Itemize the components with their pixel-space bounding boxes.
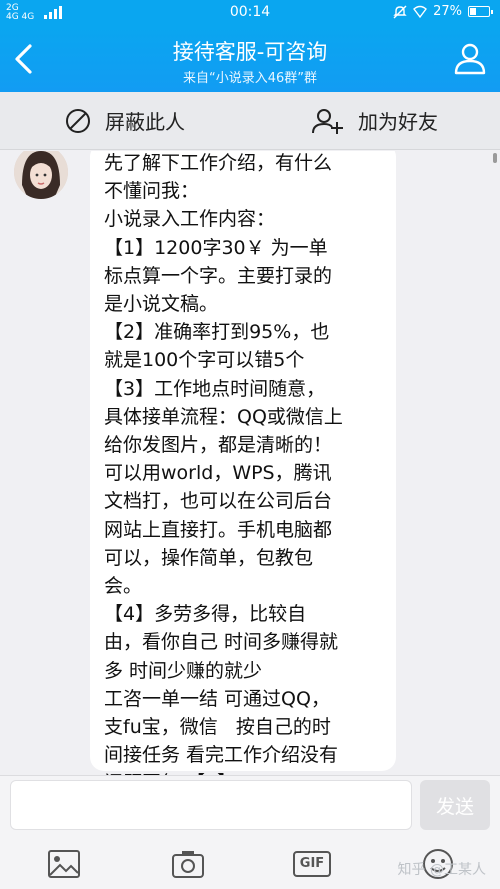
gif-label: GIF: [299, 856, 325, 871]
chat-title: 接待客服-可咨询: [172, 40, 328, 64]
add-friend-label: 加为好友: [358, 110, 438, 134]
chat-subtitle: 来自“小说录入46群”群: [182, 71, 317, 86]
message-list[interactable]: 先了解下工作介绍，有什么 不懂问我： 小说录入工作内容： 【1】1200字30￥ 为一…: [0, 151, 500, 775]
battery-icon: [468, 6, 493, 17]
message-line: 文档打，也可以在公司后台: [104, 490, 333, 513]
message-line: 工咨一单一结 可通过QQ，: [104, 687, 330, 710]
mute-icon: [393, 5, 407, 18]
add-friend-icon: [312, 108, 343, 134]
camera-icon[interactable]: [170, 847, 206, 881]
message-line: 会。: [104, 575, 143, 598]
image-icon[interactable]: [46, 847, 82, 881]
message-line: 由，看你自己 时间多赚得就: [104, 631, 339, 654]
status-bar: 2G 4G 4G 00:14 27%: [0, 0, 500, 26]
battery-percent: 27%: [433, 4, 462, 19]
message-line: 就是100个字可以错5个: [104, 349, 305, 372]
message-line: 【3】工作地点时间随意，: [104, 377, 326, 400]
message-bubble[interactable]: 先了解下工作介绍，有什么 不懂问我： 小说录入工作内容： 【1】1200字30￥ 为一…: [90, 151, 396, 775]
scrollbar[interactable]: [493, 153, 497, 163]
message-line: 多 时间少赚的就少: [104, 659, 263, 682]
action-bar: 屏蔽此人 加为好友: [0, 92, 500, 150]
message-line: 【2】准确率打到95%，也: [104, 321, 330, 344]
message-line: 支fu宝，微信 按自己的时: [104, 716, 331, 739]
avatar[interactable]: [14, 151, 68, 199]
chat-header: 接待客服-可咨询 来自“小说录入46群”群: [0, 26, 500, 92]
attachment-toolbar: GIF 知乎 @工某人: [0, 841, 500, 889]
message-text: 先了解下工作介绍，有什么 不懂问我： 小说录入工作内容： 【1】1200字30￥ 为一…: [104, 151, 386, 775]
send-button[interactable]: 发送: [420, 780, 490, 830]
message-line: 间接任务 看完工作介绍没有: [104, 744, 339, 767]
wifi-icon: [413, 5, 428, 18]
message-line: 【4】多劳多得，比较自: [104, 603, 307, 626]
message-line: 可以，操作简单，包教包: [104, 546, 314, 569]
message-input[interactable]: [10, 780, 412, 830]
block-user-label: 屏蔽此人: [105, 110, 185, 134]
message-line: 具体接单流程：QQ或微信上: [104, 405, 343, 428]
watermark: 知乎 @工某人: [397, 862, 486, 878]
block-user-button[interactable]: 屏蔽此人: [0, 92, 250, 149]
message-line: 不懂问我：: [104, 180, 200, 203]
message-line: 给你发图片，都是清晰的！: [104, 434, 333, 457]
add-friend-button[interactable]: 加为好友: [250, 92, 500, 149]
message-line: 【1】1200字30￥ 为一单: [104, 236, 328, 259]
gif-button[interactable]: GIF: [292, 847, 332, 881]
profile-icon[interactable]: [452, 40, 488, 76]
message-line: 先了解下工作介绍，有什么: [104, 152, 333, 174]
message-line: 小说录入工作内容：: [104, 208, 276, 231]
message-line: 标点算一个字。主要打录的: [104, 264, 333, 287]
message-line: 可以用world，WPS，腾讯: [104, 462, 332, 485]
message-line: 是小说文稿。: [104, 293, 219, 316]
block-icon: [66, 108, 90, 133]
message-line: 网站上直接打。手机电脑都: [104, 518, 333, 541]
input-bar: 发送: [0, 775, 500, 841]
